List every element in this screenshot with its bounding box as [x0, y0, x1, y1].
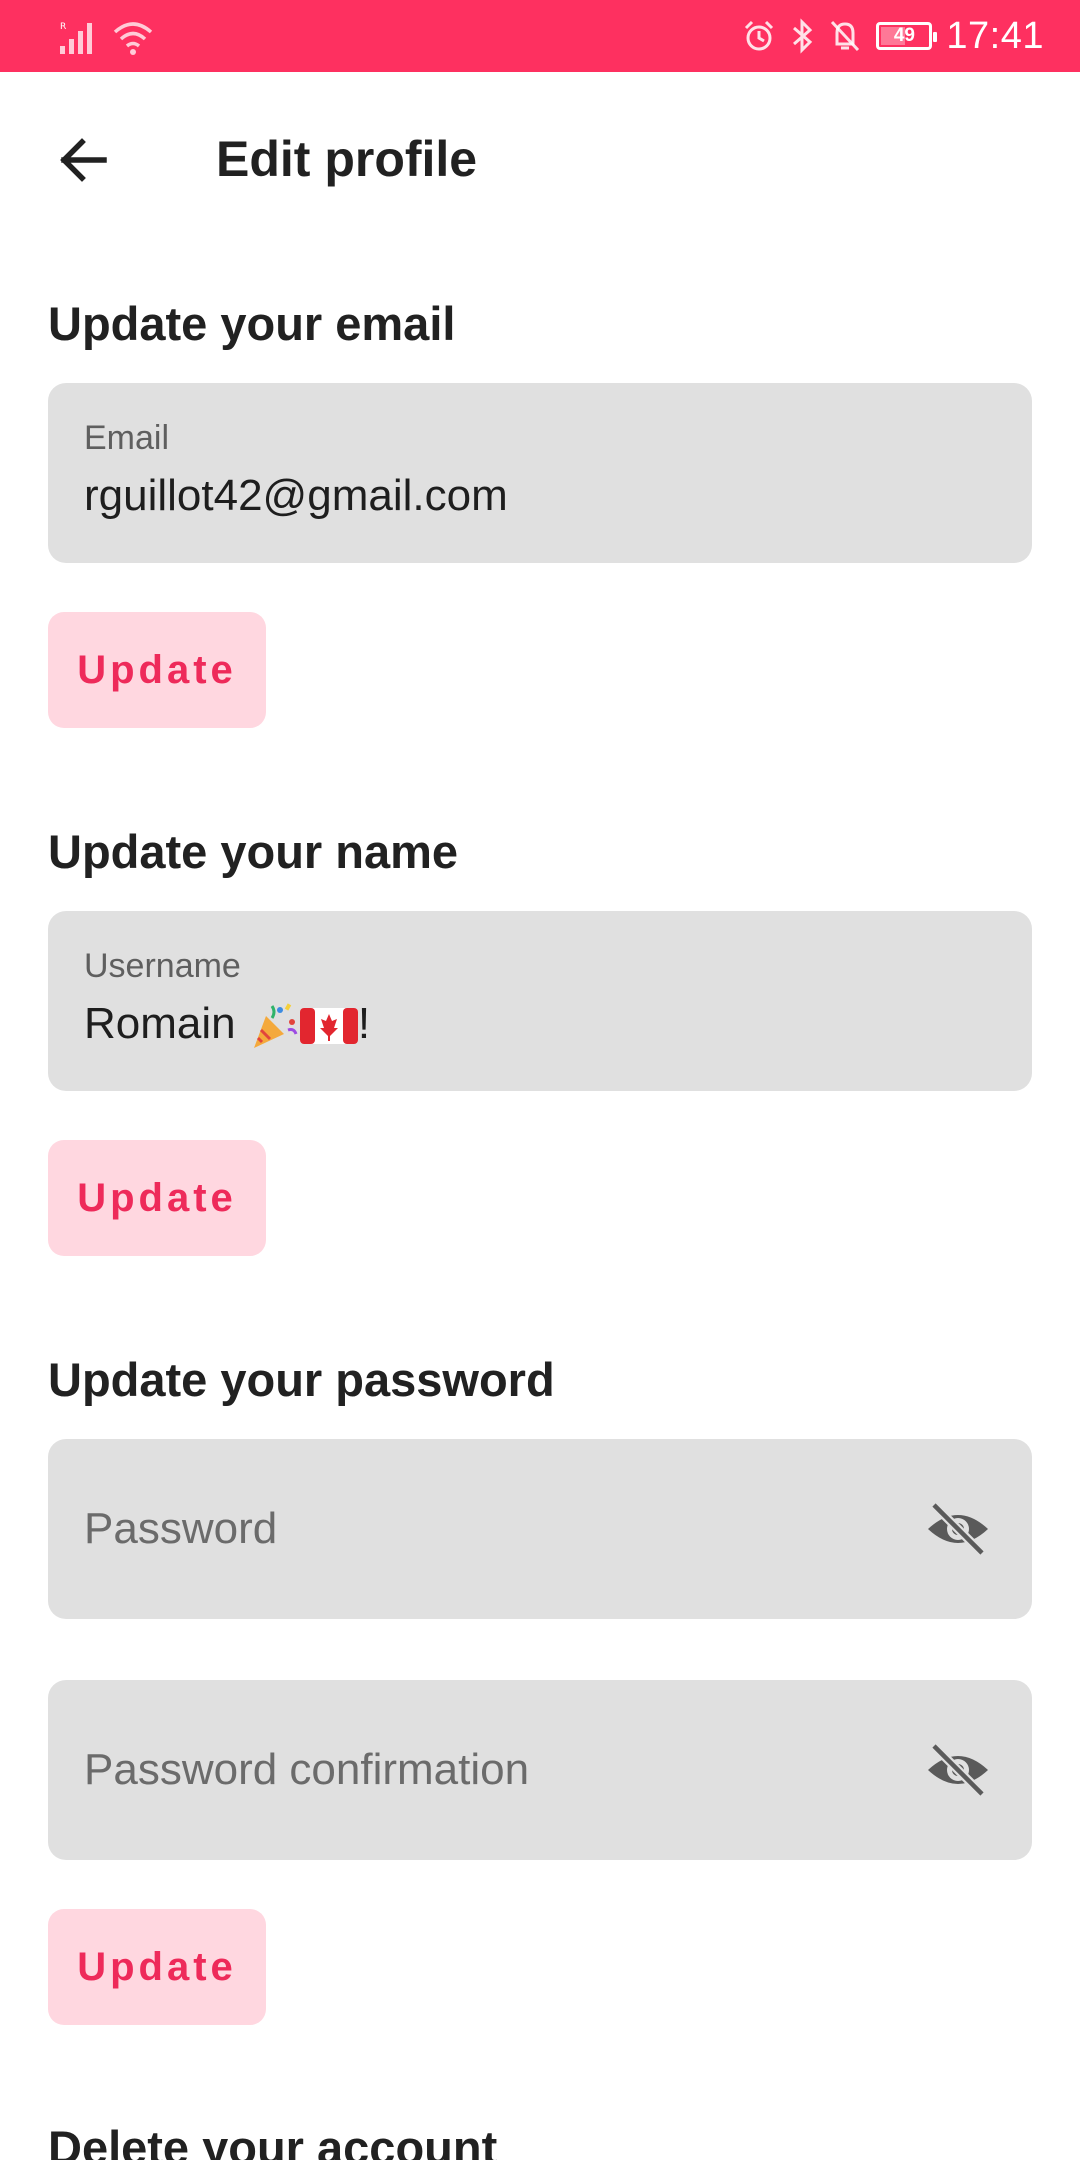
email-section-heading: Update your email: [48, 297, 456, 350]
toggle-password-visibility-button[interactable]: [916, 1487, 1000, 1571]
email-field-label: Email: [84, 419, 170, 457]
update-name-button[interactable]: Update: [48, 1140, 266, 1256]
wifi-icon: [113, 22, 153, 55]
status-left: R: [58, 16, 154, 56]
back-button[interactable]: [36, 112, 132, 208]
username-field-value[interactable]: Romain !: [84, 999, 370, 1052]
email-field[interactable]: Email rguillot42@gmail.com: [48, 383, 1032, 563]
status-bar: R 49 17:41: [0, 0, 1080, 72]
username-field-label: Username: [84, 947, 241, 985]
update-password-button[interactable]: Update: [48, 1909, 266, 2025]
username-suffix: !: [357, 999, 371, 1048]
username-text: Romain: [84, 999, 248, 1048]
bluetooth-icon: [793, 18, 813, 54]
password-confirmation-field[interactable]: Password confirmation: [48, 1680, 1032, 1860]
eye-off-icon: [928, 1742, 988, 1798]
delete-section-heading: Delete your account: [48, 2121, 498, 2160]
email-field-value[interactable]: rguillot42@gmail.com: [84, 471, 508, 521]
party-popper-emoji: [253, 1003, 298, 1049]
battery-icon: 49: [876, 22, 938, 50]
canada-flag-emoji: [299, 1008, 358, 1045]
page-title: Edit profile: [216, 131, 478, 187]
alarm-icon: [745, 20, 774, 51]
password-confirmation-placeholder: Password confirmation: [84, 1745, 530, 1794]
password-placeholder: Password: [84, 1504, 278, 1553]
password-section-heading: Update your password: [48, 1353, 555, 1406]
battery-level: 49: [893, 25, 915, 46]
bell-off-icon: [831, 20, 860, 52]
status-right: 49 17:41: [742, 14, 1044, 58]
update-email-button[interactable]: Update: [48, 612, 266, 728]
arrow-left-icon: [60, 138, 107, 182]
status-time: 17:41: [946, 14, 1044, 57]
edit-profile-screen: R 49 17:41 Edit profile Update your emai…: [0, 0, 1080, 2160]
svg-text:R: R: [60, 22, 66, 32]
toggle-confirmation-visibility-button[interactable]: [916, 1728, 1000, 1812]
name-section-heading: Update your name: [48, 825, 459, 878]
app-bar: Edit profile: [0, 72, 1080, 242]
eye-off-icon: [928, 1501, 988, 1557]
username-field[interactable]: Username Romain !: [48, 911, 1032, 1091]
signal-icon: R: [60, 22, 92, 54]
password-field[interactable]: Password: [48, 1439, 1032, 1619]
